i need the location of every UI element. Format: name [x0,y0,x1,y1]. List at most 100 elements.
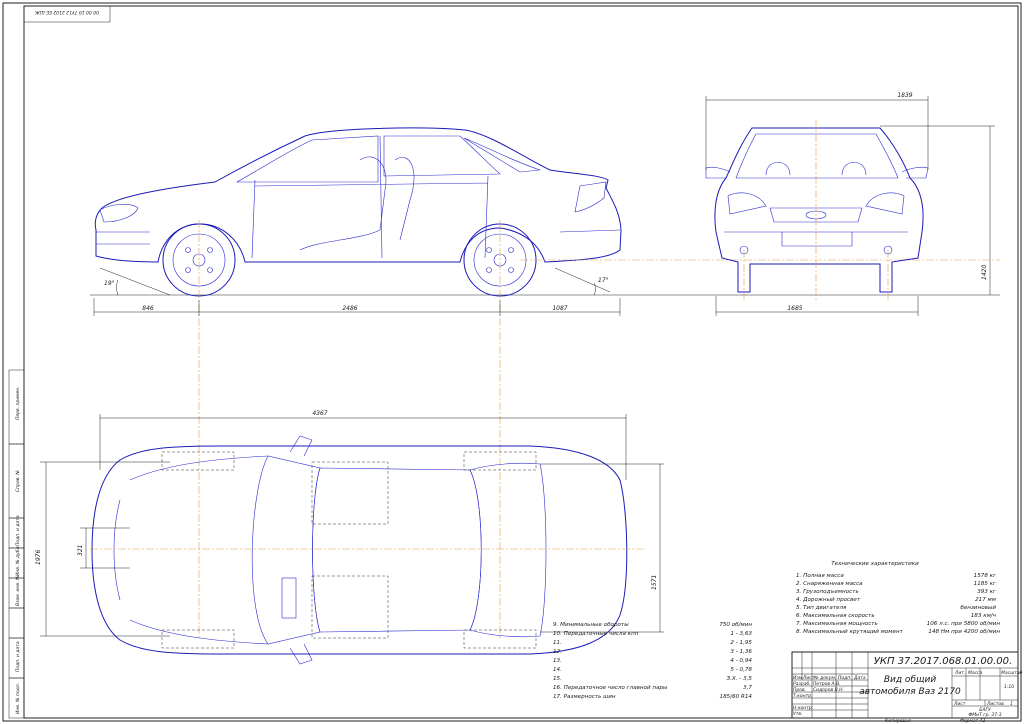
tb-col-mass: Масса [968,670,983,676]
format-label: Формат А1 [960,718,986,724]
tb-name-checker: Сидоров В.Н. [813,687,844,693]
top-hood [113,455,269,645]
tb-row-label-docno: № докум. [813,675,836,681]
front-view: 1839 1685 1420 [705,92,995,316]
spec-value: 750 об/мин [719,622,752,628]
stamp-sign-date-1: Подп. и дата [15,515,21,546]
dim-top-mirror: 321 [77,545,84,556]
spec-value: 5 - 0,78 [730,667,752,673]
spec-label: 7. Максимальная мощность [796,621,878,627]
spec-value: 3 - 1,36 [730,649,752,655]
top-windshield [251,455,321,645]
dim-top-track: 1571 [651,575,658,590]
tb-role-ncontrol: Н.контр. [793,705,813,711]
spec-label: 11. [553,640,562,646]
spec-label: 9. Минимальные обороты [553,622,629,628]
spec-value: 217 мм [975,597,997,603]
side-doors [251,135,489,259]
spec-value: 185/60 R14 [720,694,753,700]
tb-sheet-label: Лист [953,701,966,707]
tb-role-tcontrol: Т.контр. [793,693,813,699]
tb-title-line2: автомобиля Ваз 2170 [859,687,961,697]
front-windshield [735,133,899,179]
spec-label: 17. Размерность шин [553,694,616,700]
side-rear-details [559,181,621,233]
spec-label: 15. [553,676,562,682]
tb-role-developer: Разраб. [793,681,811,687]
drawing-sheet: 00 00 10 7У12 2102 ЕЕ ШЖ Перв. примен. С… [2,2,1023,724]
stamp-dup-inv: Инв. № дубл. [15,545,21,576]
specs-lower: 9. Минимальные обороты 750 об/мин 10. Пе… [553,622,752,700]
side-front-details [96,204,150,245]
top-body-outline [91,445,628,655]
spec-label: 14. [553,667,562,673]
tb-col-lit: Лит. [954,670,965,676]
tb-scale: 1:10 [1004,684,1014,690]
specs-heading: Технические характеристики [831,561,919,567]
top-seat-left [311,461,389,525]
copied-label: Копировал [885,718,911,724]
left-stamp-column: Перв. примен. Справ. № Подп. и дата Инв.… [8,369,25,719]
top-roof [312,467,482,633]
spec-value: 1578 кг [974,573,996,579]
top-front-right-wheel [161,629,235,649]
front-grille [724,207,908,247]
spec-value: 3,7 [743,685,752,691]
spec-label: 6. Максимальная скорость [796,613,875,619]
approach-angle: 19° [104,280,115,287]
side-seats [299,156,415,251]
stamp-repl-inv: Взам. инв. № [15,575,21,606]
spec-label: 1. Полная масса [796,573,844,579]
title-block: Изм. Лист № докум. Подп. Дата Разраб. Пе… [791,651,1023,719]
spec-label: 8. Максимальный крутящий момент [796,629,904,635]
front-body-outline [714,127,924,293]
spec-value: 106 л.с. при 5800 об/мин [927,621,1001,627]
top-left-stamp: 00 00 10 7У12 2102 ЕЕ ШЖ [35,9,99,15]
spec-label: 13. [553,658,562,664]
spec-label: 12. [553,649,562,655]
spec-label: 10. Передаточные числа кпп [553,631,639,637]
spec-value: З.Х. - 3,5 [727,676,753,682]
top-seat-right [311,575,389,639]
tb-row-label-change: Изм. [793,675,804,681]
tb-role-checker: Пров. [793,687,806,693]
dim-top-width: 1976 [35,550,42,565]
side-windows [235,135,541,183]
spec-label: 3. Грузоподъемность [796,589,859,595]
tb-title-line1: Вид общий [884,675,936,685]
top-steering [281,577,297,619]
spec-value: бензиновый [960,605,996,611]
spec-label: 2. Снаряженная масса [796,581,863,587]
dim-wheelbase: 2486 [342,305,357,312]
departure-angle: 17° [598,277,609,284]
dim-front-overhang: 846 [142,305,154,312]
spec-value: 183 км/ч [971,613,997,619]
tb-doc-code: УКП 37.2017.068.01.00.00. [874,656,1012,667]
tb-row-label-date: Дата [853,675,866,681]
tb-sheets-label: Листов [986,701,1004,707]
spec-label: 5. Тип двигателя [796,605,847,611]
spec-value: 1185 кг [974,581,996,587]
top-rear-window [469,462,547,638]
spec-value: 4 - 0,94 [730,658,752,664]
dim-front-track: 1685 [787,305,802,312]
inner-border [23,5,1019,719]
dim-front-height: 1420 [981,265,988,280]
spec-value: 393 кг [977,589,996,595]
tb-org-line2: ФМиТ гр. 37-3 [968,712,1001,718]
dim-front-width: 1839 [897,92,912,99]
spec-label: 16. Передаточное число главной пары [553,685,668,691]
stamp-orig-inv: Инв. № подл. [15,683,21,714]
specs-upper: Технические характеристики 1. Полная мас… [796,561,1000,635]
spec-value: 148 Нм при 4200 об/мин [928,629,1000,635]
tb-role-approved: Утв. [793,711,802,717]
spec-label: 4. Дорожный просвет [796,597,861,603]
spec-value: 1 - 3,63 [730,631,752,637]
top-mirrors [289,435,313,665]
tb-row-label-sign: Подп. [838,675,852,681]
dim-rear-overhang: 1087 [552,305,567,312]
stamp-first-use: Перв. примен. [15,386,21,420]
tb-col-scale: Масштаб [1001,670,1023,676]
tb-row-label-sheet: Лист [802,675,815,681]
tb-name-developer: Петров А.В. [813,681,841,687]
